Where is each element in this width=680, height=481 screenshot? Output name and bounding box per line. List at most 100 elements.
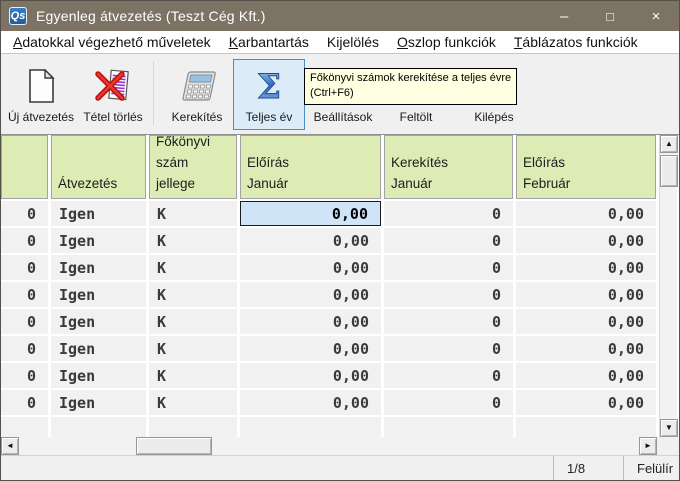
maximize-button[interactable]: □ [587, 1, 633, 31]
toolbar-button-label: Új átvezetés [8, 110, 74, 124]
toolbar-button-label: Kilépés [474, 110, 513, 124]
vertical-scroll-thumb[interactable] [660, 155, 678, 187]
grid-cell-eloiras_feb[interactable]: 0,00 [516, 309, 656, 334]
column-header-rownum[interactable] [1, 135, 48, 199]
grid-cell-eloiras_feb[interactable]: 0,00 [516, 390, 656, 415]
scroll-up-button[interactable]: ▲ [660, 135, 678, 153]
horizontal-scroll-track[interactable] [19, 437, 639, 455]
grid-cell-kerekites_jan[interactable]: 0 [384, 390, 513, 415]
new-document-icon [26, 60, 56, 108]
grid-cell-eloiras_feb[interactable]: 0,00 [516, 336, 656, 361]
grid-cell-kerekites_jan[interactable]: 0 [384, 336, 513, 361]
status-panel-main [1, 456, 553, 480]
grid-cell-atvezetes[interactable]: Igen [51, 255, 146, 280]
grid-cell-kerekites_jan[interactable]: 0 [384, 255, 513, 280]
grid-cell-eloiras_jan[interactable]: 0,00 [240, 390, 381, 415]
grid-cell-eloiras_jan[interactable]: 0,00 [240, 282, 381, 307]
scroll-down-button[interactable]: ▼ [660, 419, 678, 437]
app-window: Qs Egyenleg átvezetés (Teszt Cég Kft.) –… [0, 0, 680, 481]
grid-cell-rownum[interactable]: 0 [1, 228, 48, 253]
grid-cell-rownum[interactable]: 0 [1, 309, 48, 334]
grid-cell-jelleg[interactable]: K [149, 201, 237, 226]
grid-cell-eloiras_feb[interactable]: 0,00 [516, 282, 656, 307]
column-header-jelleg[interactable]: Főkönyviszámjellege [149, 135, 237, 199]
grid-cell-atvezetes[interactable]: Igen [51, 336, 146, 361]
grid-cell-atvezetes[interactable]: Igen [51, 390, 146, 415]
grid-cell-eloiras_feb[interactable]: 0,00 [516, 255, 656, 280]
grid-cell-eloiras_jan[interactable]: 0,00 [240, 363, 381, 388]
grid-cell-empty [149, 417, 237, 437]
grid-cell-atvezetes[interactable]: Igen [51, 282, 146, 307]
grid-cell-rownum[interactable]: 0 [1, 363, 48, 388]
full-year-button[interactable]: Σ Teljes év [233, 59, 305, 130]
grid-cell-jelleg[interactable]: K [149, 363, 237, 388]
grid-cell-jelleg[interactable]: K [149, 282, 237, 307]
grid-cell-empty [516, 417, 656, 437]
grid-cell-eloiras_feb[interactable]: 0,00 [516, 363, 656, 388]
delete-item-button[interactable]: Tétel törlés [77, 59, 149, 130]
menu-item-karbantartas[interactable]: Karbantartás [220, 34, 318, 50]
column-header-kerekites_jan[interactable]: KerekítésJanuár [384, 135, 513, 199]
grid-cell-empty [51, 417, 146, 437]
grid-cell-jelleg[interactable]: K [149, 309, 237, 334]
toolbar: Új átvezetés Tétel törlés [1, 54, 679, 135]
grid-cell-atvezetes[interactable]: Igen [51, 228, 146, 253]
grid-cell-kerekites_jan[interactable]: 0 [384, 228, 513, 253]
grid-cell-eloiras_jan[interactable]: 0,00 [240, 336, 381, 361]
grid-body: 0IgenK0,0000,000IgenK0,0000,000IgenK0,00… [1, 201, 679, 437]
app-icon: Qs [9, 7, 27, 25]
grid-row: 0IgenK0,0000,00 [1, 390, 679, 415]
grid-cell-eloiras_jan[interactable]: 0,00 [240, 309, 381, 334]
new-transfer-button[interactable]: Új átvezetés [5, 59, 77, 130]
grid-cell-kerekites_jan[interactable]: 0 [384, 201, 513, 226]
grid-cell-atvezetes[interactable]: Igen [51, 309, 146, 334]
grid-row: 0IgenK0,0000,00 [1, 336, 679, 361]
tooltip-line2: (Ctrl+F6) [310, 86, 511, 101]
grid-cell-jelleg[interactable]: K [149, 255, 237, 280]
svg-text:Σ: Σ [257, 67, 281, 105]
toolbar-button-label: Tétel törlés [83, 110, 142, 124]
overwrite-mode-indicator: Felülír [623, 456, 679, 480]
grid-cell-rownum[interactable]: 0 [1, 201, 48, 226]
column-header-eloiras_feb[interactable]: ElőírásFebruár [516, 135, 656, 199]
toolbar-button-label: Kerekítés [172, 110, 223, 124]
menu-item-kijeloles[interactable]: Kijelölés [318, 34, 388, 50]
scroll-right-button[interactable]: ► [639, 437, 657, 455]
grid-cell-kerekites_jan[interactable]: 0 [384, 363, 513, 388]
grid-cell-rownum[interactable]: 0 [1, 390, 48, 415]
column-header-eloiras_jan[interactable]: ElőírásJanuár [240, 135, 381, 199]
grid-cell-eloiras_jan[interactable]: 0,00 [240, 201, 381, 226]
menu-item-adatokkal[interactable]: Adatokkal végezhető műveletek [4, 34, 220, 50]
grid-cell-rownum[interactable]: 0 [1, 282, 48, 307]
grid-cell-kerekites_jan[interactable]: 0 [384, 282, 513, 307]
horizontal-scrollbar[interactable]: ◄ ► [1, 437, 679, 455]
grid-cell-rownum[interactable]: 0 [1, 255, 48, 280]
grid-cell-jelleg[interactable]: K [149, 336, 237, 361]
grid-row: 0IgenK0,0000,00 [1, 363, 679, 388]
grid-cell-jelleg[interactable]: K [149, 228, 237, 253]
window-controls: – □ × [541, 1, 679, 31]
grid-cell-kerekites_jan[interactable]: 0 [384, 309, 513, 334]
close-button[interactable]: × [633, 1, 679, 31]
minimize-button[interactable]: – [541, 1, 587, 31]
scroll-left-button[interactable]: ◄ [1, 437, 19, 455]
grid-cell-eloiras_feb[interactable]: 0,00 [516, 228, 656, 253]
horizontal-scroll-thumb[interactable] [136, 437, 212, 455]
toolbar-button-label: Teljes év [246, 110, 293, 124]
rounding-button[interactable]: Kerekítés [161, 59, 233, 130]
grid-cell-eloiras_jan[interactable]: 0,00 [240, 255, 381, 280]
grid-cell-jelleg[interactable]: K [149, 390, 237, 415]
grid-row-empty [1, 417, 679, 437]
vertical-scrollbar[interactable]: ▲ ▼ [659, 135, 677, 437]
grid-cell-eloiras_feb[interactable]: 0,00 [516, 201, 656, 226]
column-header-atvezetes[interactable]: Átvezetés [51, 135, 146, 199]
calculator-icon [178, 60, 216, 108]
toolbar-button-label: Beállítások [314, 110, 373, 124]
grid-cell-atvezetes[interactable]: Igen [51, 363, 146, 388]
grid-cell-rownum[interactable]: 0 [1, 336, 48, 361]
grid-cell-atvezetes[interactable]: Igen [51, 201, 146, 226]
toolbar-button-label: Feltölt [400, 110, 433, 124]
menu-item-oszlop-funkciok[interactable]: Oszlop funkciók [388, 34, 505, 50]
grid-cell-eloiras_jan[interactable]: 0,00 [240, 228, 381, 253]
menu-item-tablazatos-funkciok[interactable]: Táblázatos funkciók [505, 34, 647, 50]
